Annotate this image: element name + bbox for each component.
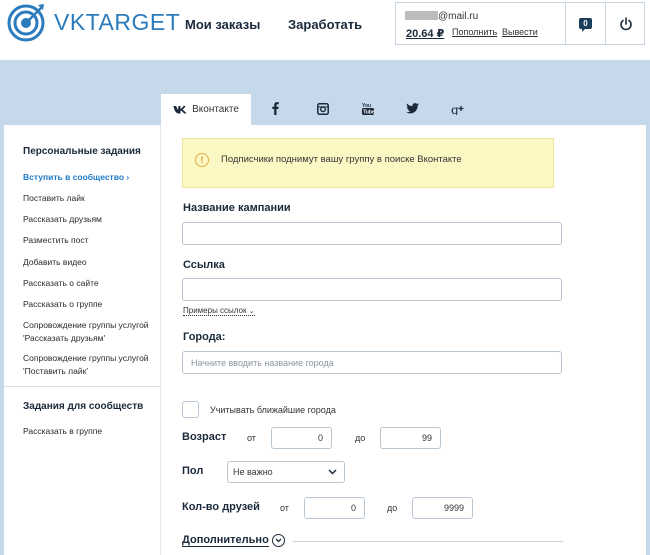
- messages-count: 0: [579, 18, 592, 32]
- age-from-label: от: [247, 433, 256, 443]
- header: VKTARGET Мои заказы Заработать @mail.ru …: [0, 0, 650, 60]
- nearby-cities-checkbox[interactable]: [182, 401, 199, 418]
- sidebar-item-tell-in-group[interactable]: Рассказать в группе: [23, 425, 158, 438]
- divider: [293, 541, 563, 542]
- svg-text:g: g: [451, 103, 459, 115]
- friends-from-label: от: [280, 503, 289, 513]
- tab-youtube[interactable]: You Tube: [356, 92, 380, 125]
- more-options-toggle[interactable]: Дополнительно: [182, 534, 269, 547]
- logo[interactable]: VKTARGET: [6, 2, 180, 42]
- sidebar: Персональные задания Вступить в сообщест…: [4, 125, 161, 555]
- campaign-name-label: Название кампании: [183, 202, 291, 214]
- chevron-down-icon: [328, 469, 337, 475]
- sidebar-item-like[interactable]: Поставить лайк: [23, 192, 158, 205]
- link-examples-label: Примеры ссылок: [183, 306, 247, 315]
- tab-vkontakte[interactable]: Вконтакте: [161, 92, 251, 125]
- friends-to-input[interactable]: 9999: [412, 497, 473, 519]
- logo-text: VKTARGET: [54, 8, 181, 35]
- sidebar-divider: [4, 386, 161, 387]
- sidebar-item-support-friends[interactable]: Сопровождение группы услугой 'Рассказать…: [23, 319, 158, 345]
- account-info: @mail.ru 20.64 ₽ Пополнить Вывести: [396, 3, 566, 44]
- vk-icon: [173, 106, 187, 114]
- tab-google-plus[interactable]: g: [446, 92, 470, 125]
- tab-instagram[interactable]: [311, 92, 335, 125]
- messages-button[interactable]: 0: [566, 3, 606, 44]
- facebook-icon: [271, 102, 279, 115]
- topup-link[interactable]: Пополнить: [452, 27, 497, 37]
- account-email: @mail.ru: [405, 11, 478, 22]
- target-logo-icon: [7, 4, 45, 42]
- sidebar-item-tell-friends[interactable]: Рассказать друзьям: [23, 213, 158, 226]
- info-icon: !: [195, 153, 209, 167]
- age-from-input[interactable]: 0: [271, 427, 332, 449]
- sidebar-item-video[interactable]: Добавить видео: [23, 256, 158, 269]
- notice-box: ! Подписчики поднимут вашу группу в поис…: [182, 138, 554, 188]
- link-input[interactable]: [182, 278, 562, 301]
- age-label: Возраст: [182, 431, 227, 443]
- withdraw-link[interactable]: Вывести: [502, 27, 538, 37]
- chevron-down-icon[interactable]: [272, 534, 285, 547]
- instagram-icon: [317, 102, 329, 115]
- chevron-down-icon: ⌄: [248, 308, 255, 315]
- sidebar-item-label: Вступить в сообщество: [23, 172, 125, 182]
- tab-facebook[interactable]: [263, 92, 287, 125]
- sidebar-item-about-site[interactable]: Рассказать о сайте: [23, 277, 158, 290]
- balance[interactable]: 20.64 ₽: [406, 27, 444, 40]
- logout-button[interactable]: [606, 3, 645, 44]
- nav-earn[interactable]: Заработать: [288, 17, 362, 32]
- friends-count-label: Кол-во друзей: [182, 501, 260, 513]
- sidebar-item-post[interactable]: Разместить пост: [23, 234, 158, 247]
- sidebar-item-about-group[interactable]: Рассказать о группе: [23, 298, 158, 311]
- account-panel: @mail.ru 20.64 ₽ Пополнить Вывести 0: [395, 2, 645, 45]
- notice-text: Подписчики поднимут вашу группу в поиске…: [221, 154, 462, 165]
- sidebar-section-communities: Задания для сообществ: [23, 401, 144, 412]
- email-suffix: @mail.ru: [438, 11, 479, 22]
- tab-twitter[interactable]: [400, 92, 424, 125]
- gender-select-value: Не важно: [233, 467, 273, 477]
- friends-from-input[interactable]: 0: [304, 497, 365, 519]
- nav-my-orders[interactable]: Мои заказы: [185, 17, 260, 32]
- sidebar-item-support-like[interactable]: Сопровождение группы услугой 'Поставить …: [23, 352, 158, 378]
- campaign-name-input[interactable]: [182, 222, 562, 245]
- cities-input[interactable]: [182, 351, 562, 374]
- friends-to-label: до: [387, 503, 398, 513]
- link-examples-toggle[interactable]: Примеры ссылок ⌄: [183, 306, 255, 316]
- cities-label: Города:: [183, 331, 226, 343]
- email-mask: [405, 11, 438, 20]
- youtube-icon: You Tube: [362, 103, 374, 116]
- power-icon: [619, 16, 632, 30]
- age-to-label: до: [355, 433, 366, 443]
- sidebar-section-personal: Персональные задания: [23, 146, 141, 157]
- twitter-icon: [405, 103, 419, 114]
- svg-text:Tube: Tube: [363, 110, 374, 116]
- link-label: Ссылка: [183, 259, 225, 271]
- gender-select[interactable]: Не важно: [227, 461, 345, 483]
- nearby-cities-label: Учитывать ближайшие города: [210, 405, 336, 415]
- sidebar-item-join-community[interactable]: Вступить в сообщество ›: [23, 171, 158, 184]
- google-plus-icon: g: [451, 103, 464, 115]
- main-form: ! Подписчики поднимут вашу группу в поис…: [161, 125, 646, 555]
- gender-label: Пол: [182, 465, 204, 477]
- chevron-right-icon: ›: [126, 172, 130, 182]
- age-to-input[interactable]: 99: [380, 427, 441, 449]
- tab-vkontakte-label: Вконтакте: [192, 104, 239, 115]
